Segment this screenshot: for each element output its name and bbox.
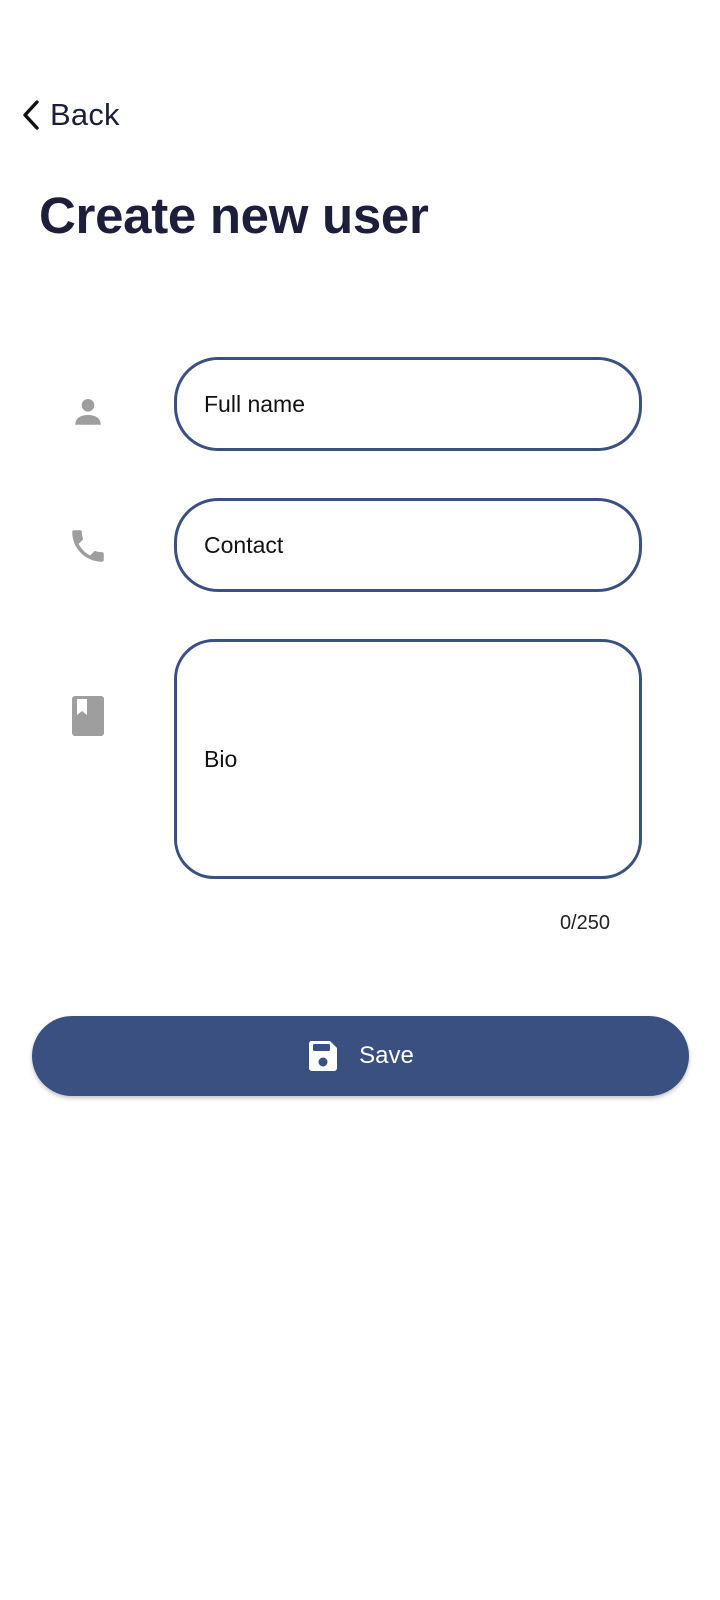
bio-placeholder: Bio — [204, 745, 238, 772]
bio-field[interactable]: Bio — [174, 639, 642, 879]
bio-character-counter: 0/250 — [559, 912, 610, 934]
book-icon — [64, 692, 112, 740]
contact-field[interactable]: Contact — [174, 498, 642, 592]
phone-icon — [64, 522, 112, 570]
back-label: Back — [50, 97, 120, 132]
save-button[interactable]: Save — [32, 1016, 689, 1096]
page-title: Create new user — [39, 187, 429, 244]
save-label: Save — [359, 1042, 414, 1069]
chevron-left-icon — [20, 97, 44, 133]
person-icon — [64, 388, 112, 436]
back-button[interactable]: Back — [20, 92, 120, 138]
create-user-screen: Back Create new user Full name Contact B… — [0, 0, 720, 1600]
floppy-disk-icon — [307, 1040, 339, 1072]
full-name-field[interactable]: Full name — [174, 357, 642, 451]
contact-placeholder: Contact — [204, 531, 284, 558]
full-name-placeholder: Full name — [204, 390, 305, 417]
